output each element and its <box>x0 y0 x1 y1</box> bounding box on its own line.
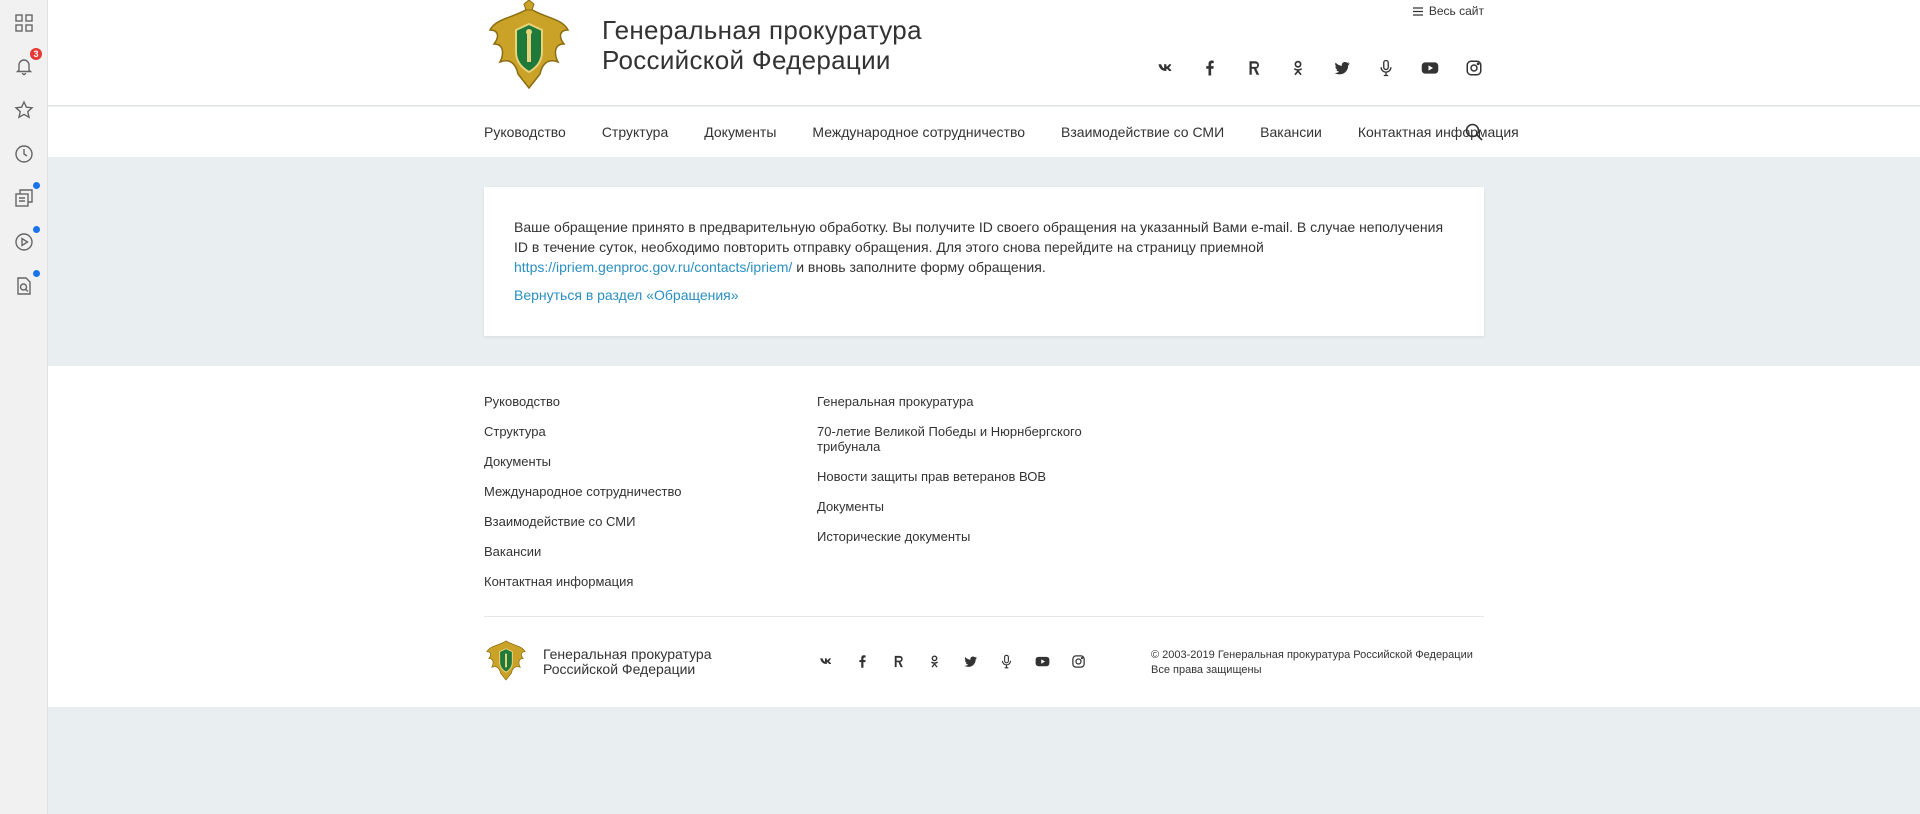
footer-link[interactable]: Документы <box>484 454 784 469</box>
apps-icon[interactable] <box>12 11 36 35</box>
facebook-icon[interactable] <box>853 652 871 670</box>
copyright: © 2003-2019 Генеральная прокуратура Росс… <box>1151 648 1473 678</box>
podcast-icon[interactable] <box>1376 58 1396 78</box>
main-nav: Руководство Структура Документы Междунар… <box>48 107 1920 157</box>
submission-confirmation-card: Ваше обращение принято в предварительную… <box>484 187 1484 336</box>
odnoklassniki-icon[interactable] <box>1288 58 1308 78</box>
copyright-line1: © 2003-2019 Генеральная прокуратура Росс… <box>1151 649 1473 661</box>
youtube-icon[interactable] <box>1033 652 1051 670</box>
menu-icon <box>1412 6 1423 16</box>
clock-icon[interactable] <box>12 142 36 166</box>
update-dot <box>33 182 40 189</box>
all-site-menu[interactable]: Весь сайт <box>1412 4 1484 18</box>
collections-icon[interactable] <box>12 182 40 210</box>
nav-item-international[interactable]: Международное сотрудничество <box>812 124 1025 140</box>
reception-link[interactable]: https://ipriem.genproc.gov.ru/contacts/i… <box>514 259 792 275</box>
rutube-icon[interactable] <box>1244 58 1264 78</box>
copyright-line2: Все права защищены <box>1151 664 1262 676</box>
message-text-after-link: и вновь заполните форму обращения. <box>792 259 1046 275</box>
nav-item-contacts[interactable]: Контактная информация <box>1358 124 1519 140</box>
site-header: Генеральная прокуратура Российской Федер… <box>48 0 1920 106</box>
browser-sidebar: 3 <box>0 0 48 814</box>
back-to-appeals-link[interactable]: Вернуться в раздел «Обращения» <box>514 287 739 303</box>
vk-icon[interactable] <box>817 652 835 670</box>
site-title-line1: Генеральная прокуратура <box>602 15 922 45</box>
site-title-line2: Российской Федерации <box>602 45 891 75</box>
footer-divider <box>484 616 1484 617</box>
header-socials <box>1156 58 1484 78</box>
confirmation-message: Ваше обращение принято в предварительную… <box>514 217 1454 277</box>
footer-link[interactable]: Документы <box>817 499 1087 514</box>
footer-title-line1: Генеральная прокуратура <box>543 646 712 662</box>
rutube-icon[interactable] <box>889 652 907 670</box>
nav-item-media[interactable]: Взаимодействие со СМИ <box>1061 124 1224 140</box>
update-dot <box>33 270 40 277</box>
footer-emblem-logo[interactable] <box>484 636 528 682</box>
update-dot <box>33 226 40 233</box>
search-doc-icon[interactable] <box>12 270 40 298</box>
nav-item-documents[interactable]: Документы <box>704 124 776 140</box>
search-icon[interactable] <box>1464 122 1484 142</box>
footer-nav-main: Руководство Структура Документы Междунар… <box>484 394 784 604</box>
podcast-icon[interactable] <box>997 652 1015 670</box>
bell-icon[interactable]: 3 <box>12 48 42 78</box>
odnoklassniki-icon[interactable] <box>925 652 943 670</box>
nav-item-structure[interactable]: Структура <box>602 124 668 140</box>
page: Генеральная прокуратура Российской Федер… <box>48 0 1920 814</box>
footer-nav-secondary: Генеральная прокуратура 70-летие Великой… <box>817 394 1087 559</box>
footer-link[interactable]: Контактная информация <box>484 574 784 589</box>
nav-item-leadership[interactable]: Руководство <box>484 124 566 140</box>
footer-title-line2: Российской Федерации <box>543 661 696 677</box>
notification-badge: 3 <box>30 48 42 60</box>
footer-link[interactable]: Руководство <box>484 394 784 409</box>
footer-link[interactable]: Взаимодействие со СМИ <box>484 514 784 529</box>
all-site-label: Весь сайт <box>1428 4 1484 18</box>
instagram-icon[interactable] <box>1464 58 1484 78</box>
facebook-icon[interactable] <box>1200 58 1220 78</box>
site-footer: Руководство Структура Документы Междунар… <box>48 366 1920 707</box>
nav-item-vacancies[interactable]: Вакансии <box>1260 124 1322 140</box>
site-title[interactable]: Генеральная прокуратура Российской Федер… <box>602 15 922 75</box>
youtube-icon[interactable] <box>1420 58 1440 78</box>
footer-link[interactable]: Международное сотрудничество <box>484 484 784 499</box>
vk-icon[interactable] <box>1156 58 1176 78</box>
star-icon[interactable] <box>12 98 36 122</box>
footer-site-title: Генеральная прокуратура Российской Федер… <box>543 647 712 677</box>
twitter-icon[interactable] <box>961 652 979 670</box>
emblem-logo[interactable] <box>484 0 574 90</box>
instagram-icon[interactable] <box>1069 652 1087 670</box>
footer-socials <box>817 652 1087 670</box>
footer-link[interactable]: Генеральная прокуратура <box>817 394 1087 409</box>
footer-link[interactable]: 70-летие Великой Победы и Нюрнбергского … <box>817 424 1087 454</box>
twitter-icon[interactable] <box>1332 58 1352 78</box>
footer-link[interactable]: Новости защиты прав ветеранов ВОВ <box>817 469 1087 484</box>
footer-link[interactable]: Вакансии <box>484 544 784 559</box>
play-icon[interactable] <box>12 226 40 254</box>
footer-link[interactable]: Структура <box>484 424 784 439</box>
message-text-before-link: Ваше обращение принято в предварительную… <box>514 219 1444 255</box>
footer-link[interactable]: Исторические документы <box>817 529 1087 544</box>
